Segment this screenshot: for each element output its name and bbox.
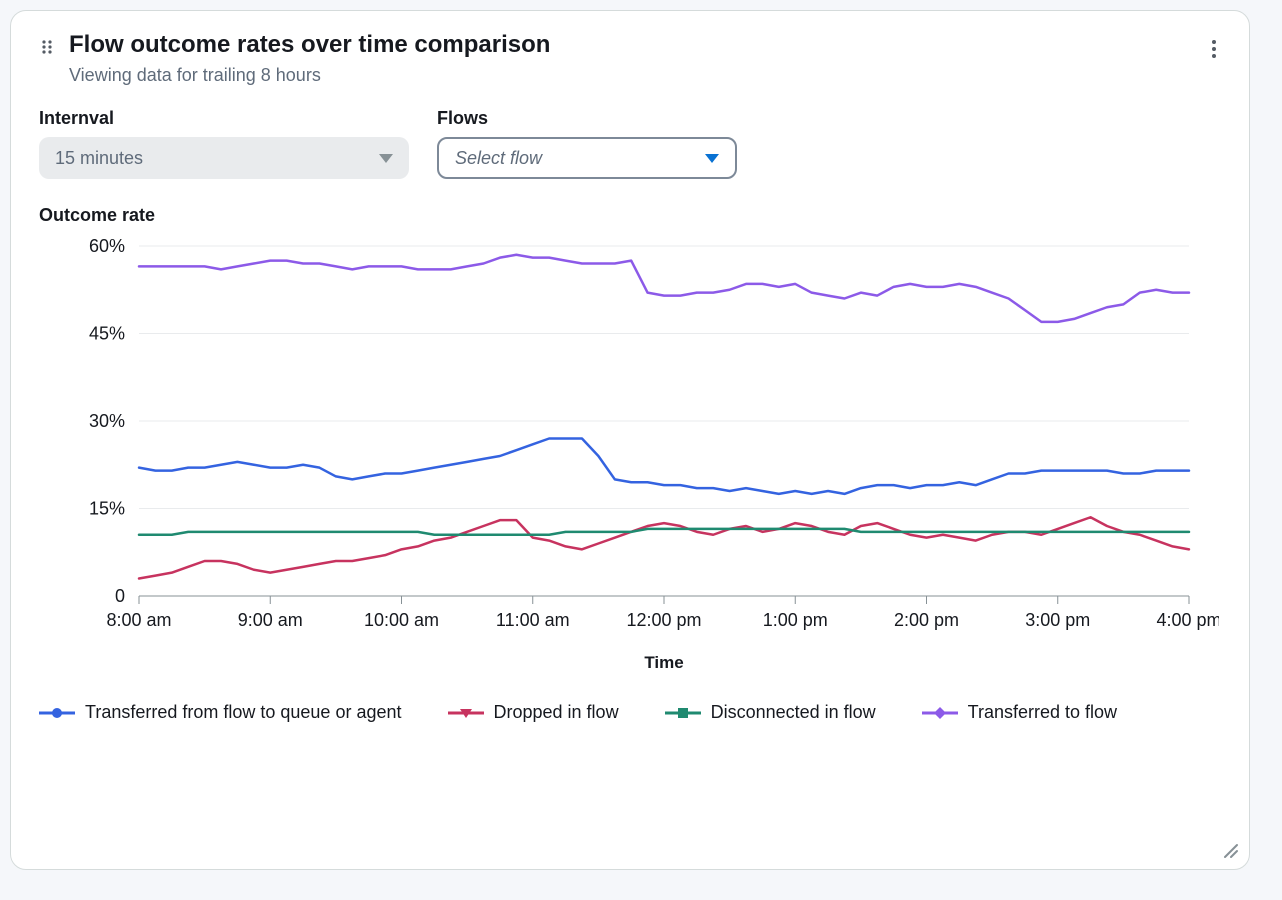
chart-legend: Transferred from flow to queue or agent … bbox=[39, 702, 1221, 723]
flows-label: Flows bbox=[437, 108, 737, 129]
legend-label: Dropped in flow bbox=[494, 702, 619, 723]
svg-text:8:00 am: 8:00 am bbox=[106, 610, 171, 630]
legend-item-transferred-flow[interactable]: Transferred to flow bbox=[922, 702, 1117, 723]
svg-text:1:00 pm: 1:00 pm bbox=[763, 610, 828, 630]
flows-field: Flows Select flow bbox=[437, 108, 737, 179]
interval-label: Internval bbox=[39, 108, 409, 129]
svg-text:10:00 am: 10:00 am bbox=[364, 610, 439, 630]
legend-label: Transferred from flow to queue or agent bbox=[85, 702, 402, 723]
more-vertical-icon bbox=[1211, 39, 1217, 59]
svg-text:45%: 45% bbox=[89, 324, 125, 344]
chart-card: Flow outcome rates over time comparison … bbox=[10, 10, 1250, 870]
interval-field: Internval 15 minutes bbox=[39, 108, 409, 179]
drag-handle-icon[interactable] bbox=[39, 39, 55, 55]
resize-handle-icon[interactable] bbox=[1221, 841, 1239, 859]
svg-text:15%: 15% bbox=[89, 499, 125, 519]
card-subtitle: Viewing data for trailing 8 hours bbox=[69, 65, 1221, 86]
y-axis-title: Outcome rate bbox=[39, 205, 1221, 226]
flows-placeholder: Select flow bbox=[455, 148, 542, 169]
more-actions-button[interactable] bbox=[1205, 33, 1223, 65]
legend-label: Disconnected in flow bbox=[711, 702, 876, 723]
legend-label: Transferred to flow bbox=[968, 702, 1117, 723]
chart-area: 0 15% 30% 45% 60% 8:00 am 9:00 am 10:00 am 11:00… bbox=[39, 236, 1221, 676]
card-title: Flow outcome rates over time comparison bbox=[69, 31, 1221, 59]
svg-text:12:00 pm: 12:00 pm bbox=[626, 610, 701, 630]
chevron-down-icon bbox=[379, 154, 393, 163]
card-header: Flow outcome rates over time comparison … bbox=[39, 31, 1221, 86]
chevron-down-icon bbox=[705, 154, 719, 163]
interval-select[interactable]: 15 minutes bbox=[39, 137, 409, 179]
svg-text:0: 0 bbox=[115, 586, 125, 606]
svg-text:2:00 pm: 2:00 pm bbox=[894, 610, 959, 630]
interval-value: 15 minutes bbox=[55, 148, 143, 169]
flows-select[interactable]: Select flow bbox=[437, 137, 737, 179]
svg-text:11:00 am: 11:00 am bbox=[496, 610, 570, 630]
svg-text:30%: 30% bbox=[89, 411, 125, 431]
legend-item-transferred-queue[interactable]: Transferred from flow to queue or agent bbox=[39, 702, 402, 723]
legend-item-dropped[interactable]: Dropped in flow bbox=[448, 702, 619, 723]
svg-text:9:00 am: 9:00 am bbox=[238, 610, 303, 630]
svg-text:3:00 pm: 3:00 pm bbox=[1025, 610, 1090, 630]
controls-row: Internval 15 minutes Flows Select flow bbox=[39, 108, 1221, 179]
svg-text:60%: 60% bbox=[89, 236, 125, 256]
line-chart: 0 15% 30% 45% 60% 8:00 am 9:00 am 10:00 am 11:00… bbox=[39, 236, 1219, 676]
legend-item-disconnected[interactable]: Disconnected in flow bbox=[665, 702, 876, 723]
svg-text:4:00 pm: 4:00 pm bbox=[1156, 610, 1219, 630]
svg-text:Time: Time bbox=[644, 653, 683, 672]
